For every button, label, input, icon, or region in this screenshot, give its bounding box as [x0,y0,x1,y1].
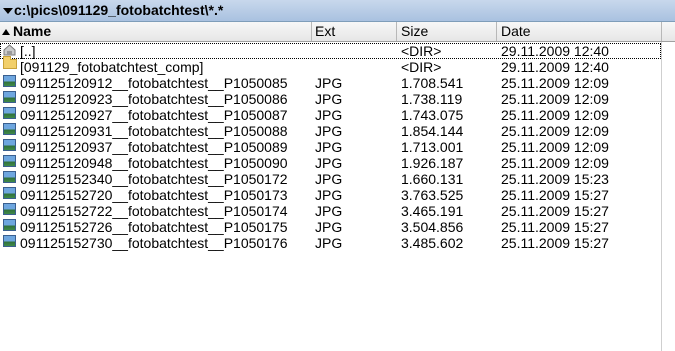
file-name: 091125152720__fotobatchtest__P1050173 [20,187,288,203]
list-item[interactable]: 091125120948__fotobatchtest__P1050090 JPG… [0,155,661,171]
list-item[interactable]: 091125120937__fotobatchtest__P1050089 JPG… [0,139,661,155]
file-name: 091125120927__fotobatchtest__P1050087 [20,107,288,123]
file-ext: JPG [315,155,343,171]
file-ext: JPG [315,91,343,107]
image-file-icon [3,235,16,247]
image-file-icon [3,123,16,135]
file-name: 091125152722__fotobatchtest__P1050174 [20,203,288,219]
file-name: 091125152730__fotobatchtest__P1050176 [20,235,288,251]
file-date: 29.11.2009 12:40 [501,43,609,59]
list-item[interactable]: 091125152722__fotobatchtest__P1050174 JPG… [0,203,661,219]
image-file-icon [3,139,16,151]
file-ext: JPG [315,187,343,203]
up-dir-icon [3,43,16,56]
column-header-date[interactable]: Date [497,22,662,41]
file-date: 29.11.2009 12:40 [501,59,609,75]
list-item[interactable]: 091125152730__fotobatchtest__P1050176 JPG… [0,235,661,251]
file-name: [091129_fotobatchtest_comp] [20,59,204,75]
image-file-icon [3,219,16,231]
dropdown-arrow-icon[interactable] [3,8,13,14]
file-name: 091125120948__fotobatchtest__P1050090 [20,155,288,171]
file-date: 25.11.2009 15:27 [501,235,609,251]
image-file-icon [3,171,16,183]
file-ext: JPG [315,219,343,235]
column-header-ext[interactable]: Ext [312,22,397,41]
image-file-icon [3,187,16,199]
file-name: 091125120937__fotobatchtest__P1050089 [20,139,288,155]
file-size: 3.485.602 [401,235,464,251]
sort-ascending-icon [2,29,10,35]
file-name: 091125120923__fotobatchtest__P1050086 [20,91,288,107]
file-size: <DIR> [401,43,442,59]
file-ext: JPG [315,139,343,155]
list-item[interactable]: 091125152726__fotobatchtest__P1050175 JPG… [0,219,661,235]
file-name: 091125152340__fotobatchtest__P1050172 [20,171,288,187]
file-date: 25.11.2009 15:27 [501,187,609,203]
image-file-icon [3,91,16,103]
file-size: 1.708.541 [401,75,464,91]
image-file-icon [3,203,16,215]
file-date: 25.11.2009 15:23 [501,171,609,187]
file-date: 25.11.2009 12:09 [501,123,609,139]
file-ext: JPG [315,235,343,251]
list-item[interactable]: [091129_fotobatchtest_comp] <DIR> 29.11.20… [0,56,661,75]
image-file-icon [3,155,16,167]
file-ext: JPG [315,123,343,139]
file-list: [..] <DIR> 29.11.2009 12:40 [091129_fotobat… [0,43,661,251]
file-size: 3.763.525 [401,187,464,203]
file-ext: JPG [315,203,343,219]
file-date: 25.11.2009 12:09 [501,91,609,107]
file-date: 25.11.2009 15:27 [501,219,609,235]
file-size: 1.738.119 [401,91,463,107]
file-date: 25.11.2009 15:27 [501,203,609,219]
file-size: 1.854.144 [401,123,464,139]
file-size: 3.465.191 [401,203,464,219]
file-name: 091125120912__fotobatchtest__P1050085 [20,75,288,91]
file-ext: JPG [315,75,343,91]
file-size: 1.743.075 [401,107,464,123]
file-ext: JPG [315,107,343,123]
list-item[interactable]: 091125120931__fotobatchtest__P1050088 JPG… [0,123,661,139]
list-item[interactable]: 091125120927__fotobatchtest__P1050087 JPG… [0,107,661,123]
list-item[interactable]: 091125152340__fotobatchtest__P1050172 JPG… [0,171,661,187]
column-header-name-label: Name [13,23,52,39]
column-header: Name Ext Size Date [0,22,675,42]
file-date: 25.11.2009 12:09 [501,139,609,155]
folder-icon [3,56,17,69]
image-file-icon [3,107,16,119]
path-bar[interactable]: c:\pics\091129_fotobatchtest\*.* [0,0,675,22]
column-header-size[interactable]: Size [397,22,497,41]
panel-divider [661,42,662,351]
file-size: <DIR> [401,59,442,75]
file-size: 3.504.856 [401,219,464,235]
file-size: 1.926.187 [401,155,464,171]
image-file-icon [3,75,16,87]
file-date: 25.11.2009 12:09 [501,107,609,123]
list-item[interactable]: [..] <DIR> 29.11.2009 12:40 [0,43,661,59]
list-item[interactable]: 091125120923__fotobatchtest__P1050086 JPG… [0,91,661,107]
column-header-name[interactable]: Name [0,22,312,41]
file-ext: JPG [315,171,343,187]
list-item[interactable]: 091125120912__fotobatchtest__P1050085 JPG… [0,75,661,91]
file-name: 091125152726__fotobatchtest__P1050175 [20,219,288,235]
list-item[interactable]: 091125152720__fotobatchtest__P1050173 JPG… [0,187,661,203]
file-size: 1.713.001 [401,139,464,155]
file-name: 091125120931__fotobatchtest__P1050088 [20,123,288,139]
current-path: c:\pics\091129_fotobatchtest\*.* [14,2,224,18]
file-date: 25.11.2009 12:09 [501,155,609,171]
file-size: 1.660.131 [401,171,464,187]
file-name: [..] [20,43,36,59]
file-date: 25.11.2009 12:09 [501,75,609,91]
